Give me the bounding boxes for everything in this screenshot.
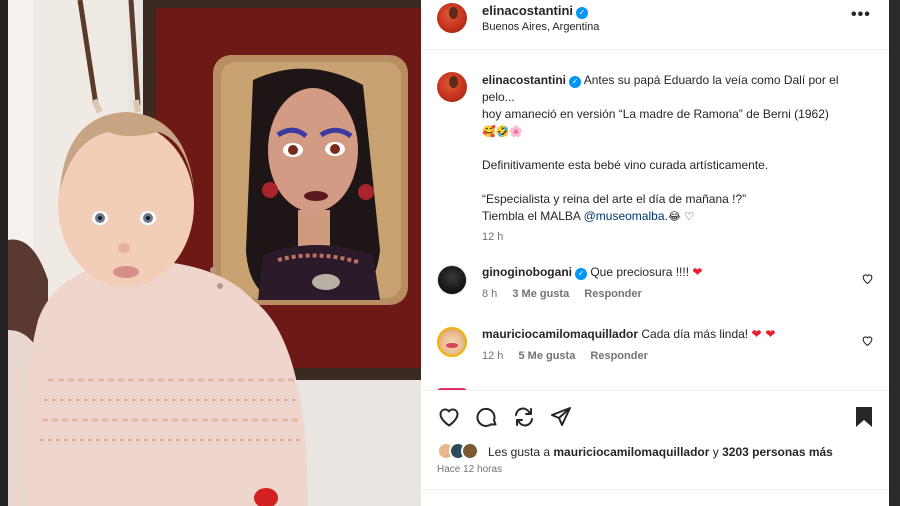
post-photo[interactable] (8, 0, 421, 506)
comment-body: mauriciocamilomaquillador Cada día más l… (482, 327, 775, 341)
like-heart-icon[interactable] (437, 405, 461, 429)
verified-badge-icon: ✓ (569, 76, 582, 88)
comment-likes-link[interactable]: 3 Me gusta (512, 288, 569, 300)
window-edge-left (0, 0, 8, 506)
comment-item: mauriciocamilomaquillador Cada día más l… (421, 327, 889, 377)
reply-button[interactable]: Responder (584, 288, 641, 300)
comment-item: ginoginobogani ✓ Que preciosura !!!! ❤ 8 … (421, 265, 889, 315)
likes-others-link[interactable]: 3203 personas más (722, 445, 833, 459)
save-bookmark-icon[interactable] (853, 405, 875, 429)
comment-text: Que preciosura !!!! (590, 265, 690, 279)
comment-username[interactable]: ginoginobogani (482, 265, 572, 279)
likes-prefix: Les gusta a (488, 445, 554, 459)
comment-likes-link[interactable]: 5 Me gusta (518, 350, 575, 362)
like-comment-heart-icon[interactable] (861, 272, 874, 285)
post-detail-panel: elinacostantini ✓ Buenos Aires, Argentina… (421, 0, 889, 506)
more-options-icon[interactable]: ••• (851, 6, 871, 24)
heart-emoji: ❤ (692, 265, 703, 279)
comment-text: Cada día más linda! (641, 327, 749, 341)
caption-line-5: “Especialista y reina del arte el día de… (482, 192, 747, 206)
commenter-avatar[interactable] (437, 265, 467, 295)
caption-username[interactable]: elinacostantini (482, 73, 566, 87)
liker-avatar (461, 442, 479, 460)
commenter-avatar[interactable] (437, 327, 467, 357)
author-username[interactable]: elinacostantini ✓ (482, 3, 589, 19)
comment-time: 8 h (482, 288, 498, 300)
comment-username[interactable]: mauriciocamilomaquillador (482, 327, 638, 341)
window-edge-right (889, 0, 900, 506)
author-avatar[interactable] (437, 3, 467, 33)
like-comment-heart-icon[interactable] (861, 334, 874, 347)
caption-line-6: Tiembla el MALBA (482, 209, 584, 223)
post-caption: elinacostantini ✓ Antes su papá Eduardo l… (482, 72, 872, 225)
comment-time: 12 h (482, 350, 504, 362)
repost-icon[interactable] (512, 405, 536, 429)
post-timestamp[interactable]: Hace 12 horas (437, 464, 502, 475)
verified-badge-icon: ✓ (574, 268, 587, 280)
comment-meta: 12 h 5 Me gusta Responder (482, 350, 660, 362)
caption-time: 12 h (482, 231, 504, 243)
divider (421, 489, 889, 490)
share-send-icon[interactable] (549, 405, 573, 429)
comment-meta: 8 h 3 Me gusta Responder (482, 288, 654, 300)
reply-button[interactable]: Responder (590, 350, 647, 362)
likes-joiner: y (709, 445, 723, 459)
photo-illustration (8, 0, 421, 506)
comment-body: ginoginobogani ✓ Que preciosura !!!! ❤ (482, 265, 702, 280)
post-location[interactable]: Buenos Aires, Argentina (482, 21, 599, 33)
liker-username[interactable]: mauriciocamilomaquillador (553, 445, 709, 459)
caption-line-4: Definitivamente esta bebé vino curada ar… (482, 158, 769, 172)
comment-bubble-icon[interactable] (475, 405, 499, 429)
post-actions-bar: Les gusta a mauriciocamilomaquillador y … (421, 390, 889, 506)
heart-emoji: ❤ ❤ (751, 327, 776, 341)
mention-link[interactable]: @museomalba (584, 209, 665, 223)
verified-badge-icon: ✓ (576, 7, 589, 19)
caption-line-2: hoy amaneció en versión “La madre de Ram… (482, 107, 829, 121)
author-username-text[interactable]: elinacostantini (482, 3, 573, 18)
caption-author-avatar[interactable] (437, 72, 467, 102)
caption-emojis: 🥰🤣🌸 (482, 125, 524, 138)
likes-summary: Les gusta a mauriciocamilomaquillador y … (488, 445, 833, 459)
post-header: elinacostantini ✓ Buenos Aires, Argentina… (421, 0, 889, 50)
caption-line-6-end: .😂 ♡ (664, 210, 695, 223)
